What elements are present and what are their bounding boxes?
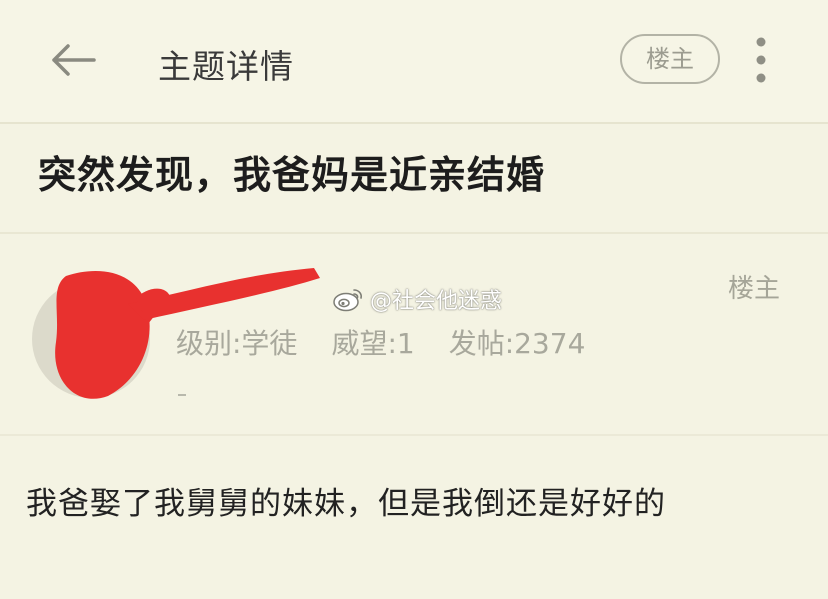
back-arrow-icon[interactable] [48,42,98,78]
author-stats: 级别:学徒 威望:1 发帖:2374 [176,322,585,362]
weibo-icon [333,289,362,312]
watermark: @社会他迷惑 [332,284,502,314]
watermark-text: @社会他迷惑 [370,289,503,314]
author-prestige: 威望:1 [331,327,415,360]
post-body: 我爸娶了我舅舅的妹妹，但是我倒还是好好的 [26,486,666,522]
more-vertical-icon[interactable] [752,34,770,86]
thread-title: 突然发现，我爸妈是近亲结婚 [38,153,546,197]
author-level: 级别:学徒 [176,327,298,360]
divider [0,232,828,234]
author-post-count: 发帖:2374 [448,327,586,360]
top-bar: 主题详情 楼主 [0,0,828,124]
page-title: 主题详情 [158,47,294,86]
divider [0,434,828,436]
small-mark [178,394,186,396]
only-op-button[interactable]: 楼主 [620,34,720,84]
floor-label: 楼主 [728,274,781,304]
